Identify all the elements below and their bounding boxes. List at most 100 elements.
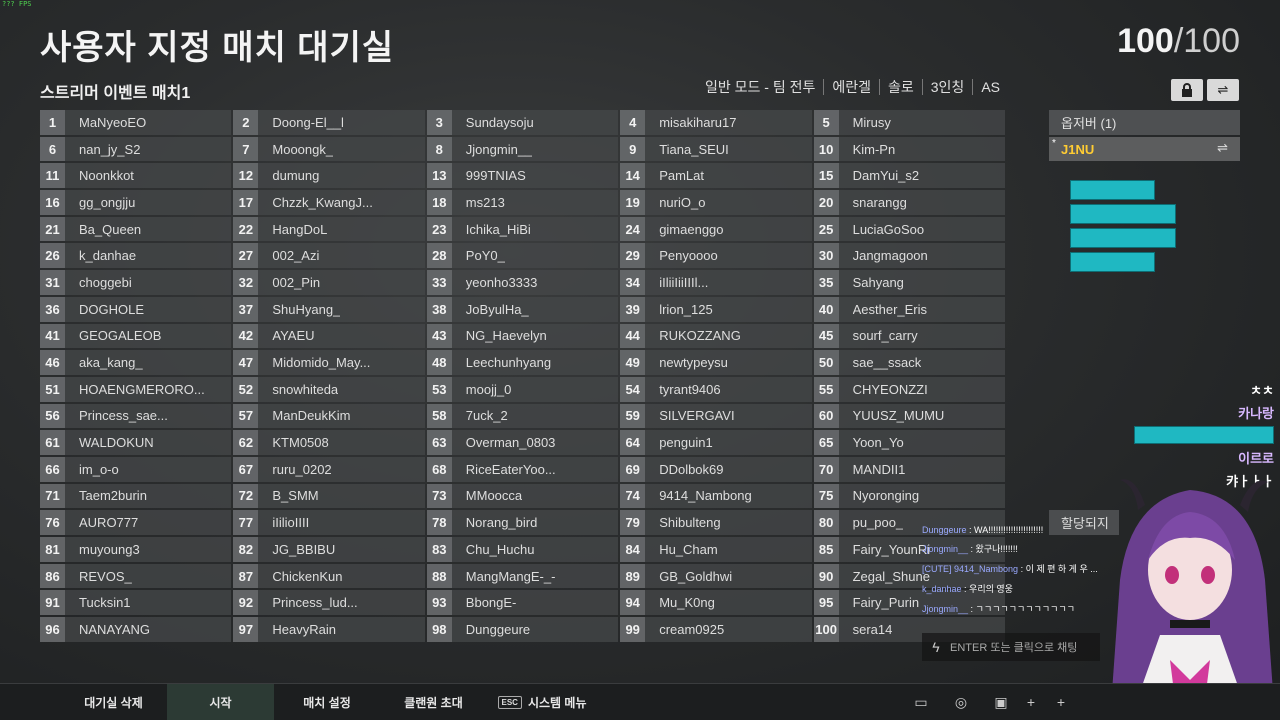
player-slot[interactable]: 28 PoY0_ [426, 243, 619, 269]
player-slot[interactable]: 4 misakiharu17 [620, 110, 812, 135]
player-slot[interactable]: 71 Taem2burin [40, 483, 232, 509]
player-slot[interactable]: 84 Hu_Cham [620, 537, 812, 562]
player-slot[interactable]: 20 snarangg [813, 190, 1005, 215]
player-slot[interactable]: 38 JoByulHa_ [426, 296, 619, 322]
player-slot[interactable]: 46 aka_kang_ [40, 350, 232, 375]
player-slot[interactable]: 75 Nyoronging [813, 483, 1005, 509]
player-slot[interactable]: 45 sourf_carry [813, 323, 1005, 349]
player-slot[interactable]: 54 tyrant9406 [620, 376, 812, 402]
player-slot[interactable]: 34 iIliiIiiIIIl... [620, 270, 812, 295]
player-slot[interactable]: 77 iIilioIIII [233, 510, 425, 535]
pubg-icon[interactable]: ▣ [988, 689, 1014, 715]
match-settings-button[interactable]: 매치 설정 [274, 684, 380, 720]
player-slot[interactable]: 30 Jangmagoon [813, 243, 1005, 269]
player-slot[interactable]: 72 B_SMM [233, 483, 425, 509]
player-slot[interactable]: 81 muyoung3 [40, 537, 232, 562]
player-slot[interactable]: 61 WALDOKUN [40, 430, 232, 455]
player-slot[interactable]: 78 Norang_bird [426, 510, 619, 535]
player-slot[interactable]: 91 Tucksin1 [40, 590, 232, 616]
player-slot[interactable]: 23 Ichika_HiBi [426, 216, 619, 242]
player-slot[interactable]: 12 dumung [233, 163, 425, 189]
player-slot[interactable]: 11 Noonkkot [40, 163, 232, 189]
player-slot[interactable]: 82 JG_BBIBU [233, 537, 425, 562]
delete-lobby-button[interactable]: 대기실 삭제 [60, 684, 167, 720]
player-slot[interactable]: 52 snowhiteda [233, 376, 425, 402]
player-slot[interactable]: 19 nuriO_o [620, 190, 812, 215]
player-slot[interactable]: 94 Mu_K0ng [620, 590, 812, 616]
player-slot[interactable]: 42 AYAEU [233, 323, 425, 349]
player-slot[interactable]: 16 gg_ongjju [40, 190, 232, 215]
player-slot[interactable]: 6 nan_jy_S2 [40, 136, 232, 162]
player-slot[interactable]: 31 choggebi [40, 270, 232, 295]
player-slot[interactable]: 99 cream0925 [620, 617, 812, 642]
player-slot[interactable]: 89 GB_Goldhwi [620, 563, 812, 589]
player-slot[interactable]: 8 Jjongmin__ [426, 136, 619, 162]
player-slot[interactable]: 53 moojj_0 [426, 376, 619, 402]
start-button[interactable]: 시작 [167, 684, 274, 720]
player-slot[interactable]: 27 002_Azi [233, 243, 425, 269]
player-slot[interactable]: 32 002_Pin [233, 270, 425, 295]
player-slot[interactable]: 48 Leechunhyang [426, 350, 619, 375]
player-slot[interactable]: 36 DOGHOLE [40, 296, 232, 322]
player-slot[interactable]: 15 DamYui_s2 [813, 163, 1005, 189]
chat-icon[interactable]: ▭ [908, 689, 934, 715]
player-slot[interactable]: 86 REVOS_ [40, 563, 232, 589]
player-slot[interactable]: 60 YUUSZ_MUMU [813, 403, 1005, 429]
observer-swap-icon[interactable]: ⇌ [1217, 140, 1228, 156]
player-slot[interactable]: 79 Shibulteng [620, 510, 812, 535]
player-slot[interactable]: 3 Sundaysoju [426, 110, 619, 135]
observer-slot[interactable]: * J1NU ⇌ [1049, 137, 1240, 161]
player-slot[interactable]: 55 CHYEONZZI [813, 376, 1005, 402]
player-slot[interactable]: 2 Doong-El__l [233, 110, 425, 135]
player-slot[interactable]: 93 BbongE- [426, 590, 619, 616]
player-slot[interactable]: 17 Chzzk_KwangJ... [233, 190, 425, 215]
player-slot[interactable]: 87 ChickenKun [233, 563, 425, 589]
player-slot[interactable]: 88 MangMangE-_- [426, 563, 619, 589]
player-slot[interactable]: 69 DDolbok69 [620, 456, 812, 482]
player-slot[interactable]: 62 KTM0508 [233, 430, 425, 455]
player-slot[interactable]: 66 im_o-o [40, 456, 232, 482]
player-slot[interactable]: 51 HOAENGMERORO... [40, 376, 232, 402]
player-slot[interactable]: 13 999TNIAS [426, 163, 619, 189]
player-slot[interactable]: 67 ruru_0202 [233, 456, 425, 482]
player-slot[interactable]: 70 MANDII1 [813, 456, 1005, 482]
player-slot[interactable]: 57 ManDeukKim [233, 403, 425, 429]
player-slot[interactable]: 74 9414_Nambong [620, 483, 812, 509]
player-slot[interactable]: 18 ms213 [426, 190, 619, 215]
player-slot[interactable]: 97 HeavyRain [233, 617, 425, 642]
player-slot[interactable]: 41 GEOGALEOB [40, 323, 232, 349]
player-slot[interactable]: 29 Penyoooo [620, 243, 812, 269]
add-icon[interactable]: + [1018, 689, 1044, 715]
player-slot[interactable]: 76 AURO777 [40, 510, 232, 535]
player-slot[interactable]: 98 Dunggeure [426, 617, 619, 642]
player-slot[interactable]: 9 Tiana_SEUI [620, 136, 812, 162]
player-slot[interactable]: 26 k_danhae [40, 243, 232, 269]
player-slot[interactable]: 43 NG_Haevelyn [426, 323, 619, 349]
add-icon[interactable]: + [1048, 689, 1074, 715]
player-slot[interactable]: 68 RiceEaterYoo... [426, 456, 619, 482]
player-slot[interactable]: 40 Aesther_Eris [813, 296, 1005, 322]
player-slot[interactable]: 24 gimaenggo [620, 216, 812, 242]
player-slot[interactable]: 65 Yoon_Yo [813, 430, 1005, 455]
player-slot[interactable]: 83 Chu_Huchu [426, 537, 619, 562]
player-slot[interactable]: 39 lrion_125 [620, 296, 812, 322]
player-slot[interactable]: 21 Ba_Queen [40, 216, 232, 242]
player-slot[interactable]: 35 Sahyang [813, 270, 1005, 295]
player-slot[interactable]: 25 LuciaGoSoo [813, 216, 1005, 242]
chat-input[interactable]: ϟ ENTER 또는 클릭으로 채팅 [922, 633, 1100, 661]
player-slot[interactable]: 59 SILVERGAVI [620, 403, 812, 429]
swap-button[interactable]: ⇌ [1207, 79, 1239, 101]
player-slot[interactable]: 1 MaNyeoEO [40, 110, 232, 135]
player-slot[interactable]: 22 HangDoL [233, 216, 425, 242]
player-slot[interactable]: 96 NANAYANG [40, 617, 232, 642]
system-menu-button[interactable]: ESC 시스템 메뉴 [487, 684, 597, 720]
player-slot[interactable]: 49 newtypeysu [620, 350, 812, 375]
player-slot[interactable]: 47 Midomido_May... [233, 350, 425, 375]
invite-clan-button[interactable]: 클랜원 초대 [380, 684, 487, 720]
player-slot[interactable]: 37 ShuHyang_ [233, 296, 425, 322]
player-slot[interactable]: 56 Princess_sae... [40, 403, 232, 429]
player-slot[interactable]: 58 7uck_2 [426, 403, 619, 429]
player-slot[interactable]: 14 PamLat [620, 163, 812, 189]
player-slot[interactable]: 63 Overman_0803 [426, 430, 619, 455]
player-slot[interactable]: 33 yeonho3333 [426, 270, 619, 295]
